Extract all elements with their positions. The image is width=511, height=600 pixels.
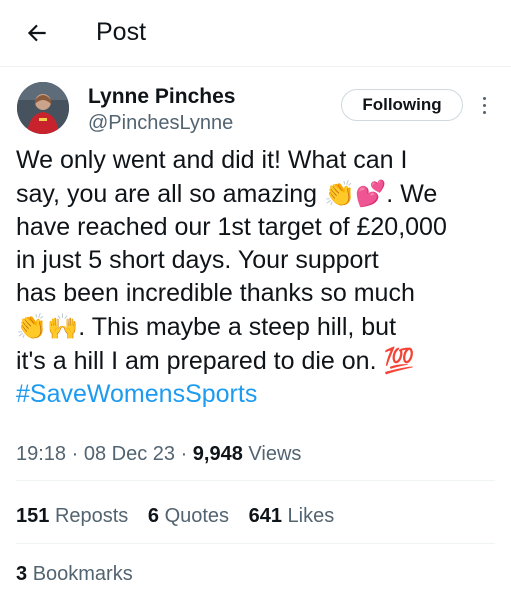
tweet-line: 👏🙌. This maybe a steep hill, but [16, 312, 397, 341]
divider [16, 480, 495, 481]
back-button[interactable] [20, 17, 54, 49]
likes-stat[interactable]: 641 Likes [249, 505, 335, 527]
author-name[interactable]: Lynne Pinches [88, 84, 235, 110]
following-button[interactable]: Following [341, 89, 463, 121]
tweet-line: has been incredible thanks so much [16, 279, 415, 307]
hundred-points-emoji: 💯 [383, 346, 415, 375]
page-title: Post [96, 18, 147, 46]
tweet-line: it's a hill I am prepared to die on. 💯 [16, 346, 415, 375]
tweet-text: We only went and did it! What can I say,… [16, 144, 500, 411]
more-options-button[interactable] [477, 92, 491, 118]
reposts-stat[interactable]: 151 Reposts [16, 505, 128, 527]
tweet-line: say, you are all so amazing 👏💕. We [16, 179, 438, 208]
tweet-line: have reached our 1st target of £20,000 [16, 213, 447, 241]
top-bar: Post [0, 0, 511, 67]
quotes-stat[interactable]: 6 Quotes [148, 505, 229, 527]
tweet-meta: 19:18 · 08 Dec 23 · 9,948 Views [16, 443, 302, 465]
views-count: 9,948 [192, 443, 243, 465]
tweet-line: in just 5 short days. Your support [16, 246, 379, 274]
bookmarks-stat[interactable]: 3 Bookmarks [16, 561, 133, 587]
tweet-time[interactable]: 19:18 [16, 443, 66, 465]
tweet-date[interactable]: 08 Dec 23 [84, 443, 175, 465]
divider [16, 543, 495, 544]
avatar[interactable] [17, 82, 69, 134]
author-handle[interactable]: @PinchesLynne [88, 110, 233, 136]
hashtag-link[interactable]: #SaveWomensSports [16, 378, 500, 411]
engagement-stats: 151 Reposts 6 Quotes 641 Likes [16, 503, 348, 529]
arrow-left-icon [27, 24, 46, 42]
clap-raised-hands-emoji: 👏🙌 [16, 312, 79, 341]
tweet-line: We only went and did it! What can I [16, 146, 408, 174]
clap-heart-emoji: 👏💕 [324, 179, 387, 208]
views-label: Views [248, 443, 302, 465]
more-vertical-icon [482, 96, 486, 100]
